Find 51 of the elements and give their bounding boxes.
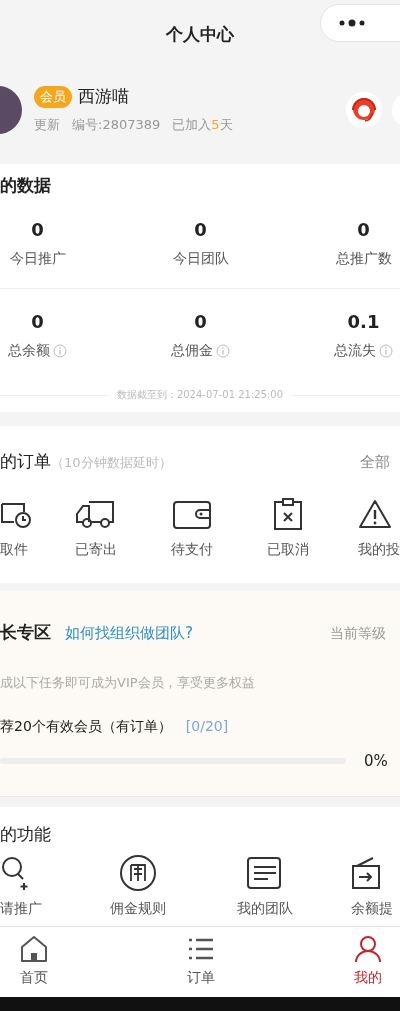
task-text: 荐20个有效会员（有订单） [0,718,172,737]
level-label: 当前等级 [330,625,386,642]
tab-item[interactable]: 首页 [0,927,117,998]
order-status-item[interactable]: 已寄出 [48,497,144,560]
more-icon [339,19,365,27]
section-title: 长专区 [0,621,51,645]
stat-value: 0 [357,219,370,241]
function-item[interactable]: 我的团队 [205,854,325,919]
info-icon[interactable] [379,344,393,359]
task-count: [0/20] [185,718,229,737]
stat-value: 0.1 [347,311,380,333]
stat-label: 总流失 [334,342,376,361]
section-title: 的订单 [0,450,51,474]
stat-label: 今日团队 [172,250,229,269]
stat-value: 0 [31,219,44,241]
order-status-item[interactable]: 我的投 [336,497,400,560]
stat-value: 0 [194,219,207,241]
joined-days: 已加入5天 [172,116,233,135]
order-status-item[interactable]: 已取消 [240,497,336,560]
page-title: 个人中心 [166,22,234,46]
tab-item[interactable]: 订单 [117,927,284,998]
user-name: 西游喵 [78,85,129,109]
more-menu-button[interactable] [320,4,400,42]
function-item[interactable]: 请推广 [0,854,70,919]
clipboard-cancel-icon [273,497,303,532]
info-icon[interactable] [216,344,230,359]
section-title: 的数据 [0,174,52,198]
tab-item[interactable]: 我的 [284,927,400,998]
progress-percent: 0% [364,752,388,771]
stat-label: 总余额 [8,342,50,361]
order-status-item[interactable]: 待支付 [144,497,240,560]
help-link[interactable]: 如何找组织做团队? [65,624,193,644]
all-orders-link[interactable]: 全部 [360,453,390,473]
function-item[interactable]: 余额提 [325,854,400,919]
home-icon [18,935,49,964]
stat-value: 0 [31,311,44,333]
member-id: 编号:2807389 [72,116,161,135]
info-icon[interactable] [53,344,67,359]
section-title: 的功能 [0,823,52,847]
stat-label: 总佣金 [171,342,213,361]
stat-label: 总推广数 [335,250,392,269]
commission-icon [118,854,157,893]
order-status-item[interactable]: 取件 [0,497,48,560]
customer-service-button[interactable] [346,91,382,128]
stat-value: 0 [194,311,207,333]
delay-note: （10分钟数据延时） [51,454,172,473]
task-description: 成以下任务即可成为VIP会员，享受更多权益 [0,674,256,693]
stat-label: 今日推广 [9,250,66,269]
function-item[interactable]: 佣金规则 [70,854,205,919]
user-icon [352,935,383,964]
member-badge: 会员 [34,85,72,108]
